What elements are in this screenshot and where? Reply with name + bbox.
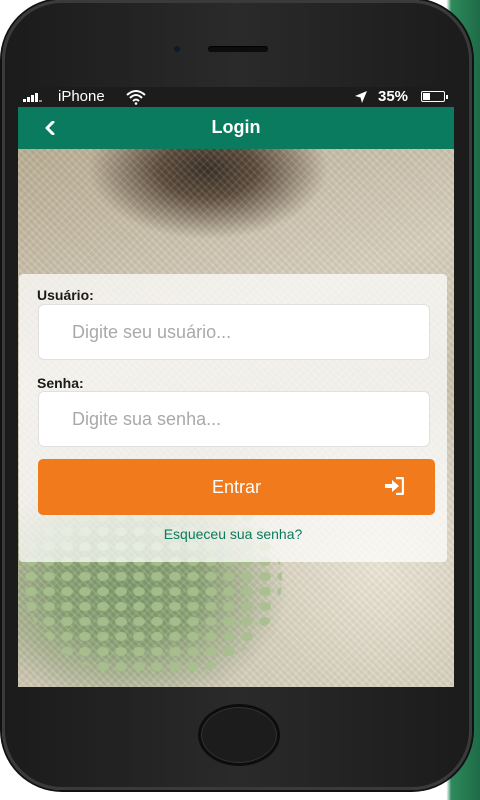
entrar-button[interactable]: Entrar [38, 459, 435, 515]
background-photo: Usuário: Senha: Entrar Esqueceu sua senh… [18, 149, 454, 687]
wifi-icon [126, 90, 146, 105]
phone-screen: iPhone 35% Login Usuário: Digite seu usu… [18, 87, 454, 687]
status-bar: iPhone 35% [18, 87, 454, 107]
battery-level [423, 93, 430, 100]
username-input[interactable] [38, 304, 430, 360]
password-input[interactable] [38, 391, 430, 447]
sign-in-icon [385, 477, 404, 495]
front-camera [174, 46, 180, 52]
signal-icon [23, 92, 42, 102]
earpiece-speaker [208, 46, 268, 52]
battery-percent: 35% [378, 88, 409, 105]
phone-frame: iPhone 35% Login Usuário: Digite seu usu… [2, 0, 472, 790]
home-button[interactable] [198, 704, 280, 766]
location-icon [355, 91, 367, 103]
carrier-name: iPhone [58, 88, 105, 105]
page-backdrop: iPhone 35% Login Usuário: Digite seu usu… [0, 0, 480, 800]
battery-icon [421, 91, 448, 102]
page-title: Login [211, 117, 261, 137]
password-label: Senha: [37, 375, 84, 391]
username-label: Usuário: [37, 287, 94, 303]
app-header: Login [18, 107, 454, 149]
login-form: Usuário: Senha: Entrar Esqueceu sua senh… [19, 274, 447, 562]
forgot-password-link[interactable]: Esqueceu sua senha? [19, 526, 447, 542]
entrar-button-label: Entrar [211, 477, 262, 497]
